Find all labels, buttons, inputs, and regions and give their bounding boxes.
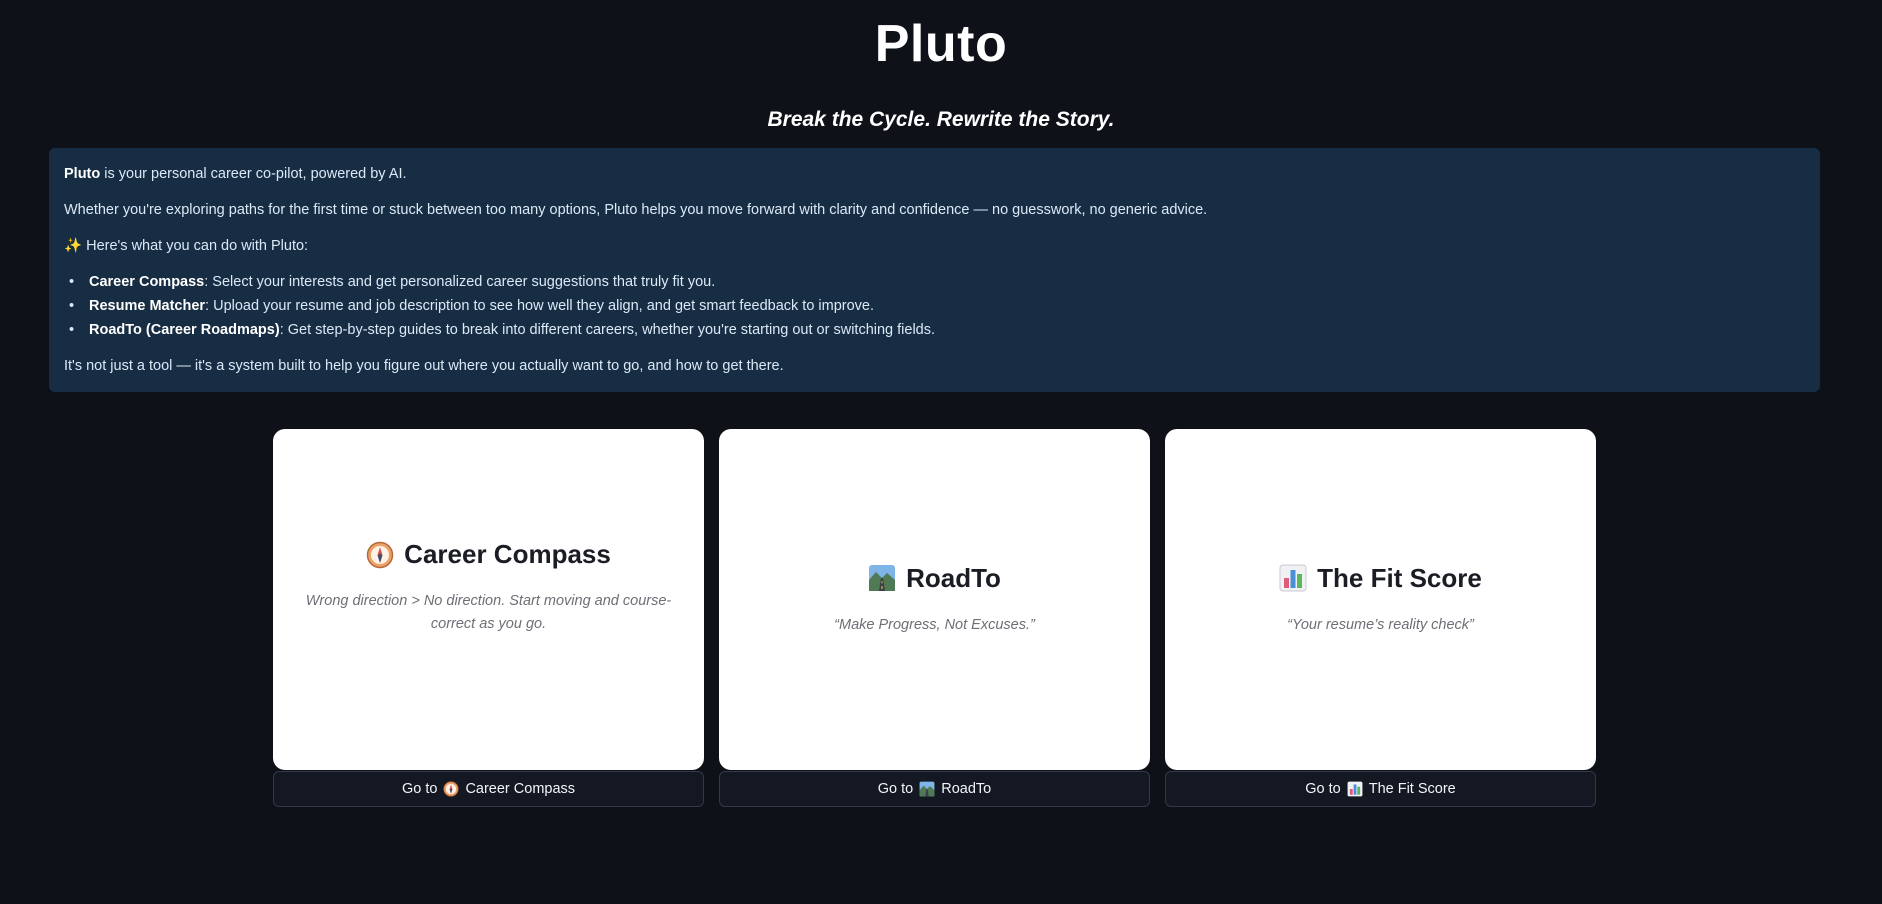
features-list: • Career Compass: Select your interests a… <box>64 273 1805 339</box>
intro-line: Pluto is your personal career co-pilot, … <box>64 166 407 182</box>
go-to-roadto-button[interactable]: Go to RoadTo <box>719 771 1150 807</box>
list-item: • Resume Matcher: Upload your resume and … <box>69 298 875 314</box>
closing-text: It's not just a tool — it's a system bui… <box>64 358 784 374</box>
bullet-icon: • <box>69 322 75 338</box>
card-description: “Make Progress, Not Excuses.” <box>834 616 1035 633</box>
features-heading: ✨ Here's what you can do with Pluto: <box>64 238 309 254</box>
card-career-compass: Career Compass Wrong direction > No dire… <box>273 429 704 770</box>
bullet-icon: • <box>69 274 75 290</box>
road-icon <box>919 781 935 797</box>
compass-icon <box>443 781 460 797</box>
brand-name: Pluto <box>64 166 101 182</box>
card-roadto: RoadTo “Make Progress, Not Excuses.” <box>719 429 1150 770</box>
go-to-fit-score-button[interactable]: Go to The Fit Score <box>1165 771 1596 807</box>
bar-chart-icon <box>1347 781 1363 797</box>
bar-chart-icon <box>1279 564 1307 592</box>
bullet-icon: • <box>69 298 75 314</box>
card-description: Wrong direction > No direction. Start mo… <box>305 593 672 632</box>
card-description: “Your resume’s reality check” <box>1287 616 1474 633</box>
card-title: Career Compass <box>366 539 611 570</box>
info-panel: Pluto is your personal career co-pilot, … <box>49 148 1820 392</box>
intro-description: Whether you're exploring paths for the f… <box>64 202 1208 218</box>
go-to-career-compass-button[interactable]: Go to Career Compass <box>273 771 704 807</box>
page-tagline: Break the Cycle. Rewrite the Story. <box>767 108 1115 131</box>
card-fit-score: The Fit Score “Your resume’s reality che… <box>1165 429 1596 770</box>
card-title: RoadTo <box>868 563 1001 594</box>
compass-icon <box>366 541 394 568</box>
page-title: Pluto <box>874 15 1008 73</box>
sparkles-icon: ✨ <box>64 238 83 254</box>
list-item: • RoadTo (Career Roadmaps): Get step-by-s… <box>69 322 936 338</box>
list-item: • Career Compass: Select your interests a… <box>69 274 716 290</box>
card-title: The Fit Score <box>1279 563 1482 594</box>
road-icon <box>869 565 896 591</box>
